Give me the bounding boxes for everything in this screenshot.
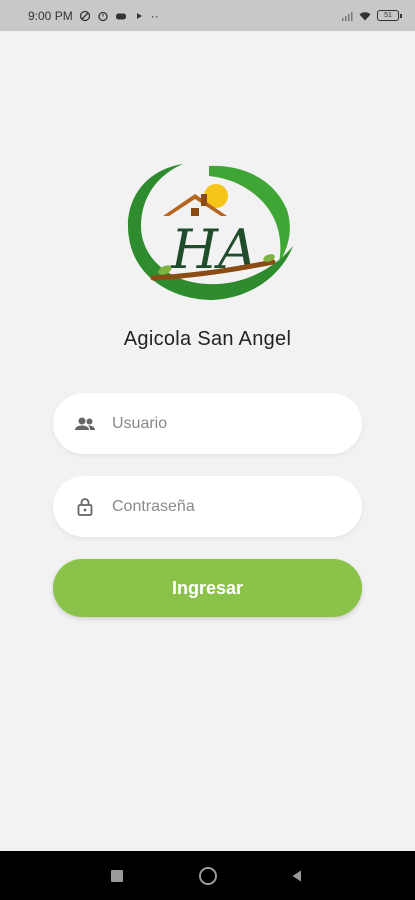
navigation-bar — [0, 851, 415, 900]
status-right: 51 — [341, 10, 402, 22]
battery-level: 51 — [384, 12, 392, 19]
signal-icon — [342, 11, 353, 21]
recents-button[interactable] — [97, 851, 137, 900]
username-input[interactable] — [110, 413, 334, 434]
status-time: 9:00 PM — [28, 8, 73, 23]
wifi-icon — [359, 11, 371, 20]
username-field[interactable] — [53, 393, 362, 454]
alarm-icon — [98, 11, 108, 21]
app-logo: HA — [127, 164, 293, 300]
home-button[interactable] — [188, 851, 228, 900]
app-title: Agicola San Angel — [123, 328, 292, 350]
do-not-disturb-icon — [79, 10, 90, 21]
more-notifications-icon: ·· — [150, 8, 159, 23]
square-icon — [111, 869, 123, 882]
lock-icon — [73, 495, 97, 519]
play-icon — [136, 12, 142, 19]
game-controller-icon — [115, 13, 126, 19]
status-bar: 9:00 PM ·· 51 — [0, 0, 415, 31]
circle-icon — [199, 866, 217, 885]
back-button[interactable] — [277, 851, 317, 900]
login-button[interactable]: Ingresar — [53, 559, 362, 617]
password-field[interactable] — [53, 476, 362, 537]
status-left: 9:00 PM ·· — [28, 9, 159, 23]
password-input[interactable] — [110, 496, 334, 517]
battery-icon: 51 — [377, 10, 402, 21]
people-icon — [73, 412, 97, 436]
triangle-back-icon — [292, 870, 301, 881]
